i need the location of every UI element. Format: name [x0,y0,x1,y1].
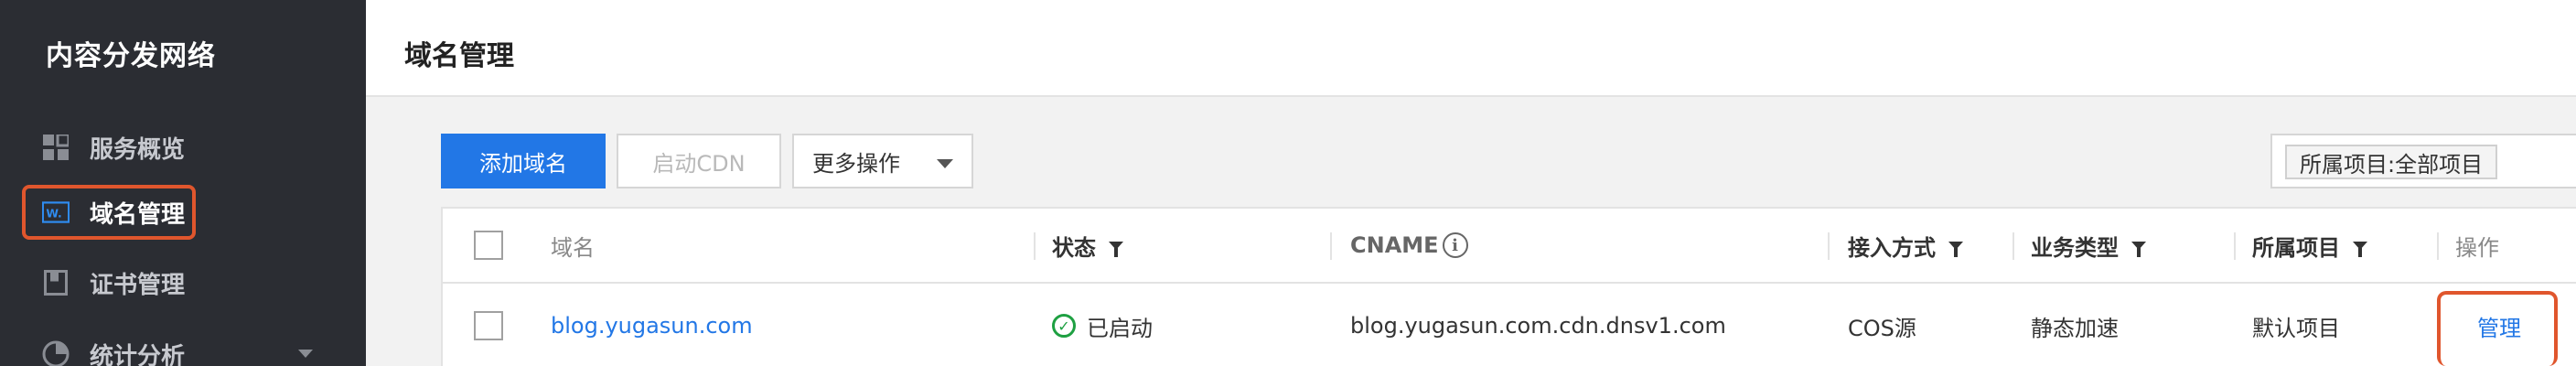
column-cname: CNAME i [1350,209,1468,282]
chevron-down-icon [298,350,313,358]
table-row: blog.yugasun.com ✓ 已启动 blog.yugasun.com.… [443,284,2576,366]
grid-icon [42,134,70,161]
info-icon[interactable]: i [1442,232,1468,258]
more-actions-label: 更多操作 [812,150,900,177]
sidebar-item-analytics[interactable]: 统计分析 [0,326,366,366]
column-domain: 域名 [551,234,595,261]
business-cell: 静态加速 [2031,315,2119,341]
column-divider [2012,232,2014,260]
sidebar-item-label: 证书管理 [90,271,186,299]
column-operations: 操作 [2455,234,2499,261]
filter-icon[interactable] [1109,241,1123,257]
highlight-outline [2437,291,2558,366]
column-project-label: 所属项目 [2252,234,2340,261]
column-status[interactable]: 状态 [1052,209,1123,282]
sidebar-item-label: 服务概览 [90,135,186,164]
project-cell: 默认项目 [2252,315,2340,341]
column-status-label: 状态 [1052,234,1096,261]
sidebar: 内容分发网络 服务概览 W. 域名管理 证书管理 统计分析 [0,0,366,366]
certificate-icon [42,269,70,296]
column-divider [2234,232,2236,260]
column-divider [1034,232,1036,260]
page-title: 域名管理 [404,40,514,72]
chevron-down-icon [937,159,953,168]
column-access[interactable]: 接入方式 [1848,209,1963,282]
filter-icon[interactable] [2131,241,2146,257]
highlight-outline [22,185,196,240]
table-header: 域名 状态 CNAME i 接入方式 业务类型 所属项目 操作 [443,209,2576,284]
status-cell: ✓ 已启动 [1052,284,1153,366]
column-cname-label: CNAME [1350,232,1439,258]
sidebar-item-overview[interactable]: 服务概览 [0,119,366,176]
filter-icon[interactable] [2353,241,2367,257]
column-divider [1330,232,1332,260]
start-cdn-button[interactable]: 启动CDN [617,134,781,188]
access-cell: COS源 [1848,315,1916,341]
domain-link[interactable]: blog.yugasun.com [551,284,753,366]
column-divider [1828,232,1830,260]
add-domain-button[interactable]: 添加域名 [441,134,606,188]
sidebar-item-certificate[interactable]: 证书管理 [0,254,366,311]
column-access-label: 接入方式 [1848,234,1936,261]
more-actions-dropdown[interactable]: 更多操作 [792,134,973,188]
filter-icon[interactable] [1948,241,1963,257]
column-project[interactable]: 所属项目 [2252,209,2367,282]
sidebar-item-label: 统计分析 [90,342,186,366]
column-business[interactable]: 业务类型 [2031,209,2146,282]
column-divider [2437,232,2439,260]
check-circle-icon: ✓ [1052,314,1076,338]
row-checkbox[interactable] [474,311,503,340]
select-all-checkbox[interactable] [474,231,503,260]
cname-cell: blog.yugasun.com.cdn.dnsv1.com [1350,313,1726,339]
project-filter-tag[interactable]: 所属项目:全部项目 [2285,145,2498,179]
column-business-label: 业务类型 [2031,234,2119,261]
page-header: 域名管理 [366,0,2576,97]
pie-chart-icon [42,340,70,366]
domain-table: 域名 状态 CNAME i 接入方式 业务类型 所属项目 操作 blog.yug… [441,207,2576,366]
sidebar-title: 内容分发网络 [46,40,216,72]
status-text: 已启动 [1087,315,1153,341]
project-filter[interactable]: 所属项目:全部项目 [2270,134,2576,188]
